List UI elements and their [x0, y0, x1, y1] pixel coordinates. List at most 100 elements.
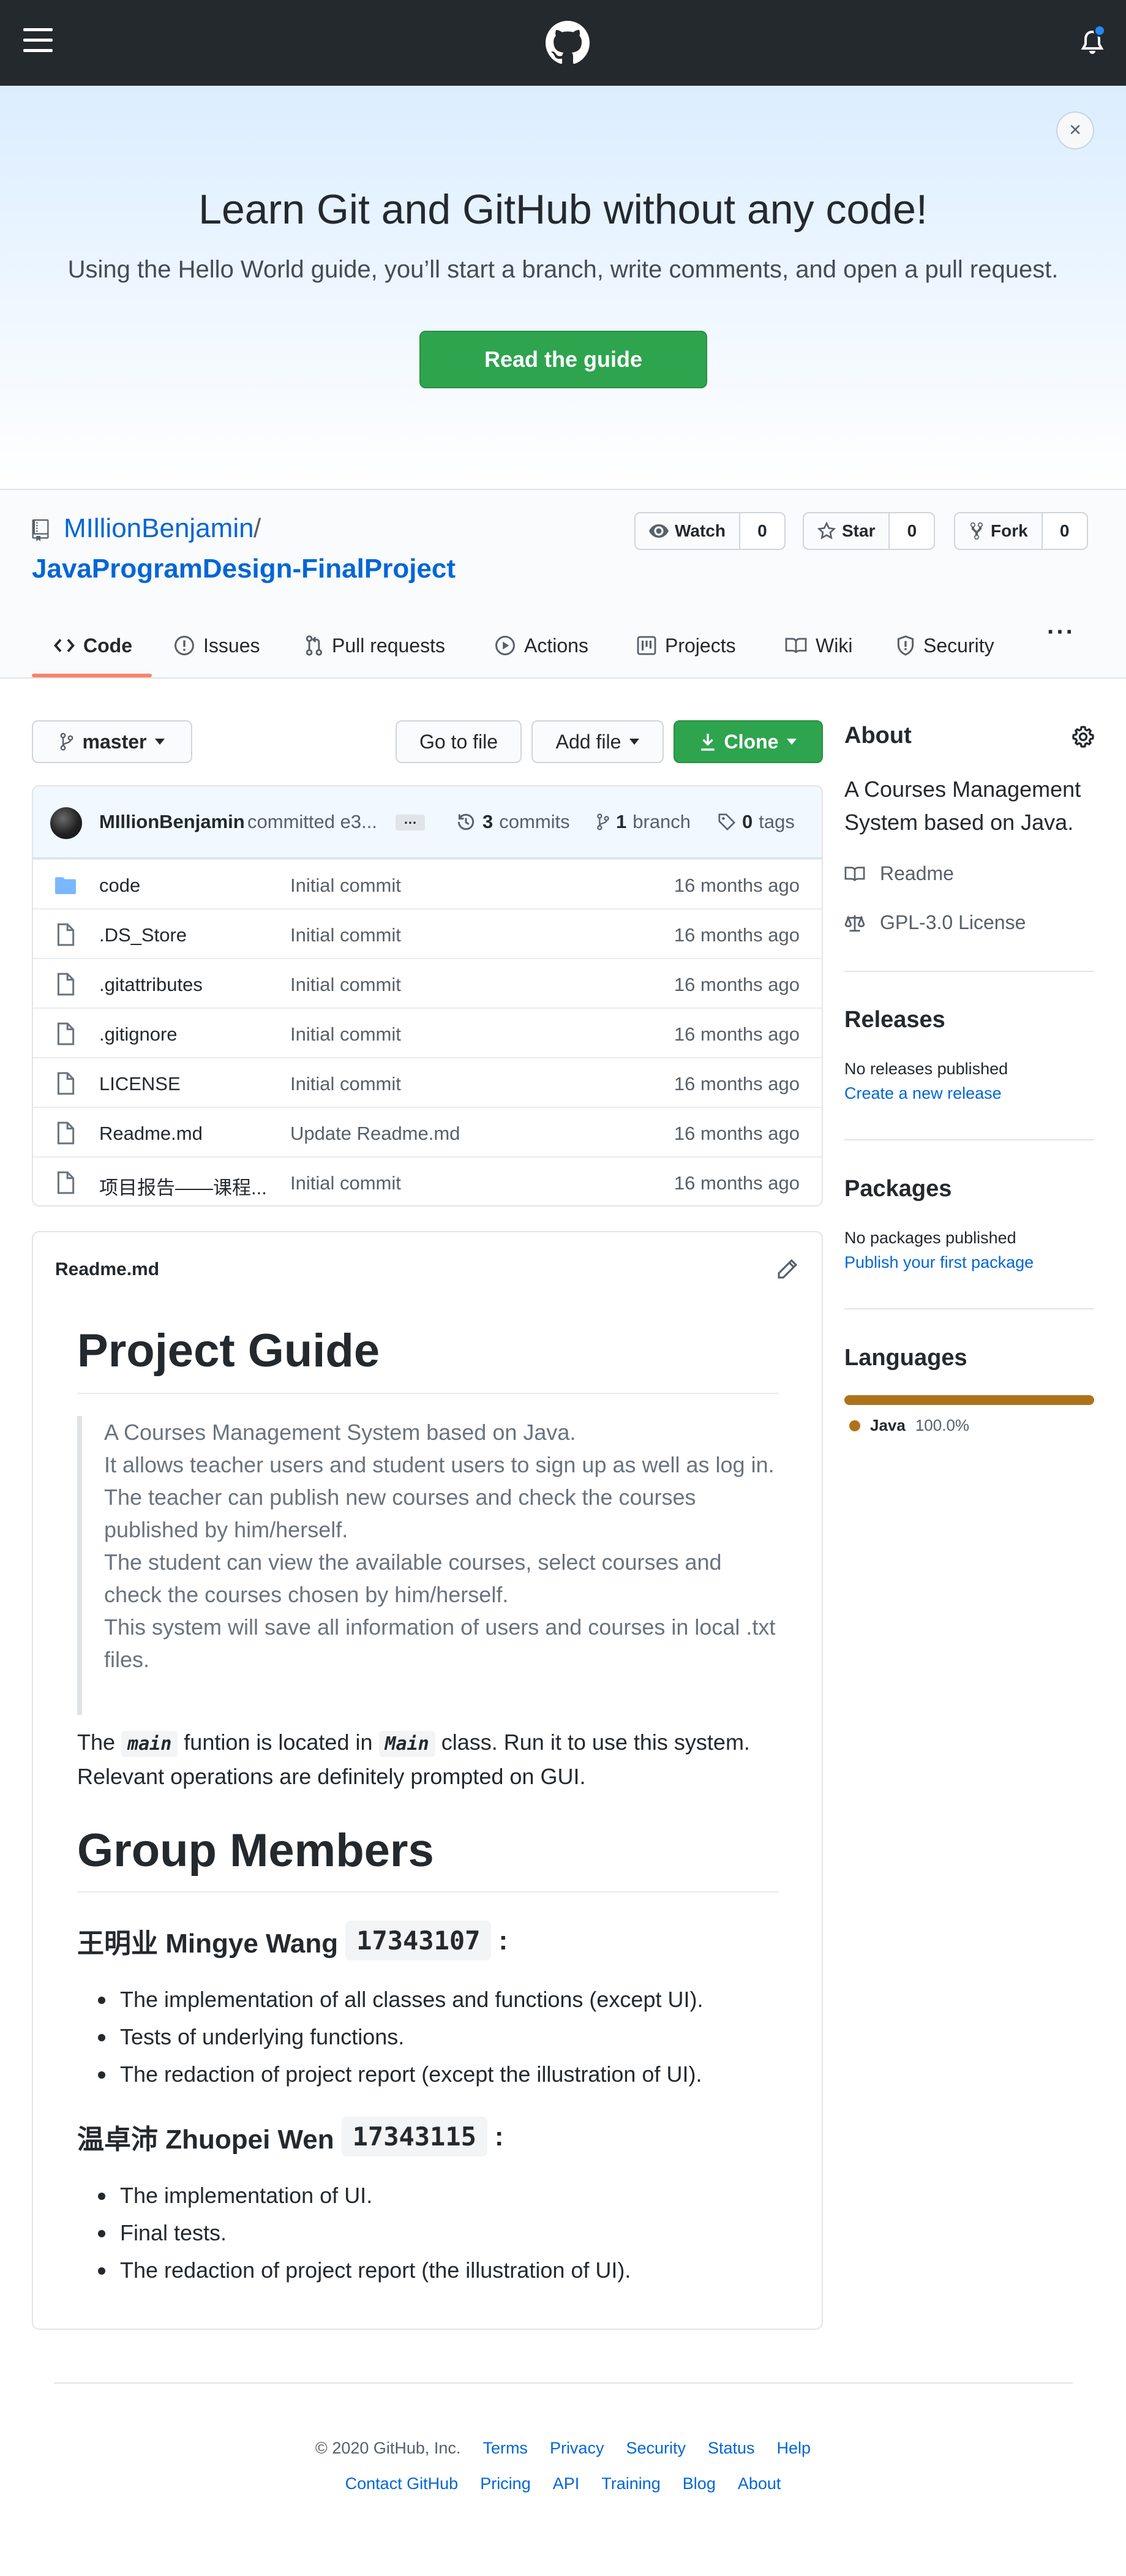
branch-select-button[interactable]: master	[32, 720, 192, 763]
readme-link[interactable]: Readme	[844, 862, 954, 885]
repo-name-link[interactable]: JavaProgramDesign-FinalProject	[32, 554, 456, 584]
footer-link-status[interactable]: Status	[708, 2439, 755, 2458]
tab-wiki[interactable]: Wiki	[785, 611, 852, 680]
commit-author-link[interactable]: MIllionBenjamin	[99, 811, 245, 833]
file-row[interactable]: LICENSE Initial commit 16 months ago	[33, 1057, 822, 1107]
file-name-link[interactable]: 项目报告——课程...	[99, 1172, 267, 1200]
file-name-link[interactable]: Readme.md	[99, 1123, 203, 1145]
file-commit-message[interactable]: Initial commit	[290, 1023, 401, 1045]
close-banner-button[interactable]: ×	[1056, 111, 1094, 149]
language-bar	[844, 1395, 1094, 1405]
tab-actions[interactable]: Actions	[495, 611, 588, 680]
watch-count[interactable]: 0	[740, 513, 784, 549]
footer-link-blog[interactable]: Blog	[683, 2474, 716, 2493]
file-row[interactable]: .DS_Store Initial commit 16 months ago	[33, 908, 822, 958]
star-count[interactable]: 0	[890, 513, 934, 549]
tab-pull-requests[interactable]: Pull requests	[305, 611, 445, 680]
branches-link[interactable]: 1 branch	[596, 811, 691, 833]
file-commit-message[interactable]: Initial commit	[290, 875, 401, 897]
footer-link-help[interactable]: Help	[777, 2439, 811, 2458]
commit-message[interactable]: committed e3...	[247, 811, 377, 833]
tab-security[interactable]: Security	[896, 611, 994, 680]
about-heading: About	[844, 723, 912, 748]
tags-label: tags	[759, 811, 795, 832]
create-release-link[interactable]: Create a new release	[844, 1084, 1002, 1103]
pencil-icon[interactable]	[776, 1258, 798, 1280]
file-name-link[interactable]: .DS_Store	[99, 924, 187, 946]
file-row[interactable]: 项目报告——课程... Initial commit 16 months ago	[33, 1156, 822, 1205]
file-name-link[interactable]: code	[99, 875, 140, 897]
branch-icon	[597, 813, 609, 830]
file-name-link[interactable]: .gitattributes	[99, 974, 203, 996]
file-commit-message[interactable]: Initial commit	[290, 924, 401, 946]
tab-code[interactable]: Code	[54, 611, 132, 680]
member-task-list: The implementation of UI. Final tests. T…	[98, 2177, 631, 2289]
footer-copyright: © 2020 GitHub, Inc.	[315, 2439, 461, 2457]
avatar[interactable]	[50, 807, 82, 839]
read-guide-button[interactable]: Read the guide	[419, 331, 707, 388]
file-commit-message[interactable]: Initial commit	[290, 1172, 401, 1194]
footer-link-terms[interactable]: Terms	[482, 2439, 528, 2458]
list-item: The redaction of project report (the ill…	[98, 2251, 631, 2289]
repo-description: A Courses Management System based on Jav…	[844, 777, 1081, 835]
file-name-link[interactable]: LICENSE	[99, 1073, 181, 1095]
star-icon	[817, 522, 836, 540]
fork-button[interactable]: Fork	[955, 513, 1043, 549]
tag-icon	[718, 813, 736, 831]
tab-projects[interactable]: Projects	[637, 611, 736, 680]
file-name-link[interactable]: .gitignore	[99, 1023, 178, 1045]
file-row[interactable]: Readme.md Update Readme.md 16 months ago	[33, 1107, 822, 1156]
readme-panel: Readme.md Project Guide A Courses Manage…	[32, 1231, 823, 2330]
language-item[interactable]: Java 100.0%	[849, 1416, 969, 1435]
footer-link-privacy[interactable]: Privacy	[550, 2439, 604, 2458]
footer-link-contact[interactable]: Contact GitHub	[345, 2474, 459, 2493]
tab-issues[interactable]: Issues	[174, 611, 260, 680]
member-colon: :	[494, 2121, 504, 2152]
publish-package-link[interactable]: Publish your first package	[844, 1253, 1034, 1272]
footer-link-api[interactable]: API	[553, 2474, 580, 2493]
fork-count[interactable]: 0	[1042, 513, 1087, 549]
footer-link-training[interactable]: Training	[601, 2474, 661, 2493]
inline-code-main: main	[121, 1731, 178, 1757]
branch-name: master	[82, 730, 147, 753]
gear-icon[interactable]	[1072, 725, 1095, 748]
tags-link[interactable]: 0 tags	[718, 811, 795, 833]
history-icon	[457, 813, 475, 830]
file-commit-message[interactable]: Update Readme.md	[290, 1123, 460, 1145]
menu-icon[interactable]	[23, 28, 53, 53]
commits-count: 3	[482, 811, 494, 832]
tags-count: 0	[742, 811, 753, 832]
file-row[interactable]: code Initial commit 16 months ago	[33, 859, 822, 908]
watch-button[interactable]: Watch	[636, 513, 740, 549]
repo-owner-link[interactable]: MIllionBenjamin	[64, 513, 254, 544]
file-commit-message[interactable]: Initial commit	[290, 1073, 401, 1095]
clone-button[interactable]: Clone	[674, 720, 823, 763]
branch-icon	[60, 733, 73, 751]
go-to-file-button[interactable]: Go to file	[396, 720, 522, 763]
commits-link[interactable]: 3 commits	[456, 811, 570, 833]
expand-commit-message-button[interactable]: …	[396, 813, 425, 830]
license-link[interactable]: GPL-3.0 License	[844, 911, 1026, 934]
shield-icon	[897, 635, 914, 656]
more-tabs-button[interactable]: ···	[1047, 619, 1075, 646]
file-icon	[57, 973, 75, 996]
footer-link-pricing[interactable]: Pricing	[480, 2474, 531, 2493]
download-icon	[700, 734, 715, 751]
law-icon	[844, 914, 865, 932]
star-button[interactable]: Star	[804, 513, 890, 549]
readme-filename[interactable]: Readme.md	[55, 1259, 159, 1280]
repo-header: MIllionBenjamin / JavaProgramDesign-Fina…	[0, 489, 1126, 679]
file-commit-message[interactable]: Initial commit	[290, 974, 401, 996]
footer-link-about[interactable]: About	[738, 2474, 781, 2493]
file-row[interactable]: .gitignore Initial commit 16 months ago	[33, 1007, 822, 1057]
file-commit-age: 16 months ago	[674, 1123, 800, 1144]
github-logo-icon[interactable]	[546, 21, 590, 65]
sidebar-divider	[844, 1308, 1094, 1309]
repo-path-separator: /	[253, 513, 261, 543]
add-file-button[interactable]: Add file	[531, 720, 664, 763]
footer-link-security[interactable]: Security	[626, 2439, 686, 2458]
quote-line: The student can view the available cours…	[104, 1550, 722, 1607]
file-row[interactable]: .gitattributes Initial commit 16 months …	[33, 958, 822, 1007]
releases-heading[interactable]: Releases	[844, 1007, 945, 1033]
packages-heading[interactable]: Packages	[844, 1176, 951, 1202]
